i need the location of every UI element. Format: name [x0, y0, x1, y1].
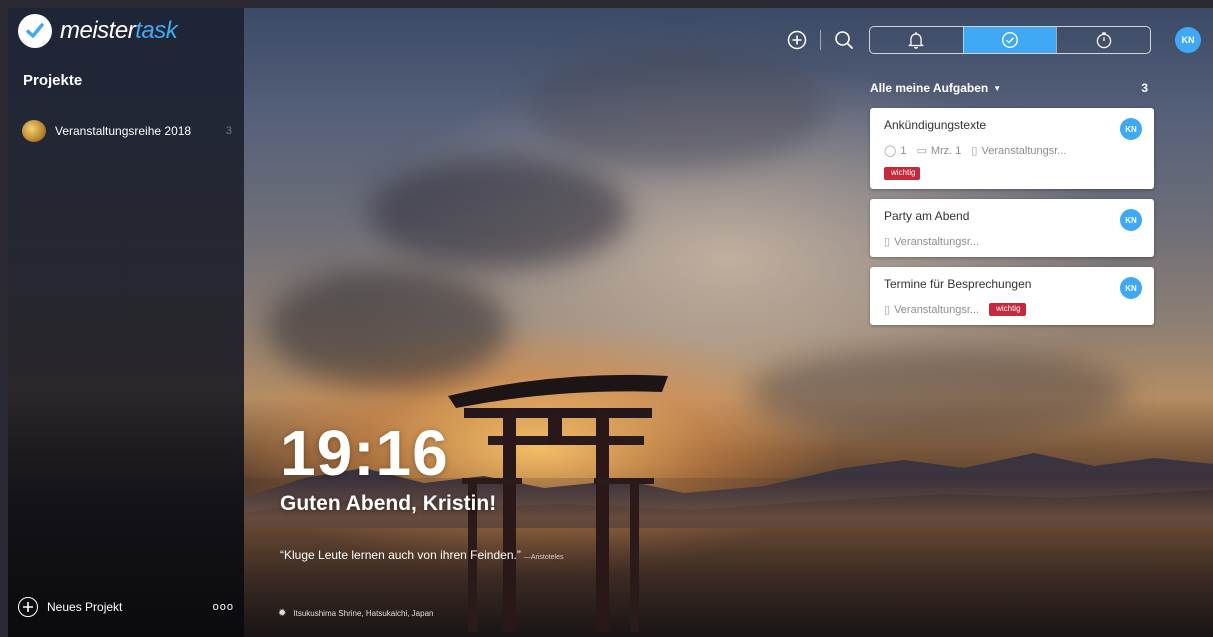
logo[interactable]: meistertask — [18, 14, 178, 48]
add-project-icon[interactable] — [18, 597, 38, 617]
more-options-icon[interactable]: ooo — [213, 601, 234, 613]
task-project: ▯ Veranstaltungsr... — [884, 235, 980, 249]
app-window: meistertask Projekte Veranstaltungsreihe… — [8, 8, 1213, 637]
task-filter-dropdown[interactable]: Alle meine Aufgaben — [870, 81, 988, 95]
project-board-icon: ▯ — [884, 236, 891, 248]
notifications-tab[interactable] — [870, 27, 963, 53]
logo-wordmark: meistertask — [60, 17, 178, 44]
user-avatar[interactable]: KN — [1175, 27, 1201, 53]
background-cloud — [748, 348, 1128, 438]
sidebar-footer: Neues Projekt ooo — [18, 597, 234, 617]
project-name: Veranstaltungsreihe 2018 — [55, 124, 192, 138]
task-card[interactable]: Party am Abend KN ▯ Veranstaltungsr... — [870, 199, 1154, 257]
task-title: Termine für Besprechungen — [884, 277, 1032, 291]
task-title: Party am Abend — [884, 209, 970, 223]
sidebar: meistertask Projekte Veranstaltungsreihe… — [8, 8, 244, 637]
comment-icon: ◯ — [884, 145, 897, 157]
background-cloud — [368, 158, 628, 268]
project-board-icon: ▯ — [884, 304, 891, 316]
task-meta: ▯ Veranstaltungsr... wichtig — [884, 303, 1140, 316]
new-project-button[interactable]: Neues Projekt — [47, 600, 122, 614]
task-filter-header: Alle meine Aufgaben ▼ 3 — [870, 78, 1154, 98]
photo-location: ✹ Itsukushima Shrine, Hatsukaichi, Japan — [278, 608, 433, 619]
task-project: ▯ Veranstaltungsr... — [884, 303, 980, 317]
greeting: Guten Abend, Kristin! — [280, 492, 497, 515]
task-panel: Alle meine Aufgaben ▼ 3 Ankündigungstext… — [870, 78, 1154, 325]
location-text: Itsukushima Shrine, Hatsukaichi, Japan — [293, 609, 434, 618]
task-project: ▯ Veranstaltungsr... — [971, 144, 1067, 158]
search-icon[interactable] — [833, 29, 855, 51]
task-assignee-avatar[interactable]: KN — [1120, 209, 1142, 231]
tag-badge: wichtig — [989, 303, 1026, 316]
bell-icon — [908, 32, 925, 49]
task-meta: ▯ Veranstaltungsr... — [884, 235, 1140, 249]
tag-badge: wichtig — [884, 167, 921, 180]
logo-check-icon — [18, 14, 52, 48]
toolbar-divider — [820, 30, 821, 50]
gear-icon[interactable]: ✹ — [278, 608, 286, 619]
task-count: 3 — [1141, 81, 1148, 95]
project-thumbnail — [22, 120, 46, 142]
check-circle-icon — [1001, 31, 1019, 49]
calendar-icon: ▭ — [916, 145, 927, 157]
add-icon[interactable] — [786, 29, 808, 51]
task-card[interactable]: Ankündigungstexte KN ◯ 1 ▭ Mrz. 1 ▯ Veranst… — [870, 108, 1154, 189]
quote: “Kluge Leute lernen auch von ihren Feind… — [280, 548, 564, 562]
due-date: ▭ Mrz. 1 — [916, 144, 962, 158]
my-tasks-tab[interactable] — [962, 27, 1057, 53]
top-toolbar: KN — [786, 26, 1201, 54]
project-item[interactable]: Veranstaltungsreihe 2018 3 — [22, 120, 232, 142]
task-meta: ◯ 1 ▭ Mrz. 1 ▯ Veranstaltungsr... — [884, 144, 1140, 158]
chevron-down-icon[interactable]: ▼ — [993, 84, 1001, 93]
time-tracking-tab[interactable] — [1056, 27, 1150, 53]
task-card[interactable]: Termine für Besprechungen KN ▯ Veranstalt… — [870, 267, 1154, 325]
task-title: Ankündigungstexte — [884, 118, 987, 132]
stopwatch-icon — [1096, 32, 1111, 49]
task-assignee-avatar[interactable]: KN — [1120, 118, 1142, 140]
quote-author: —Aristoteles — [523, 554, 564, 561]
background-cloud — [528, 48, 828, 168]
projects-heading: Projekte — [23, 72, 83, 89]
quote-text: “Kluge Leute lernen auch von ihren Feind… — [280, 548, 521, 562]
clock: 19:16 — [280, 417, 449, 489]
project-board-icon: ▯ — [971, 145, 978, 157]
task-assignee-avatar[interactable]: KN — [1120, 277, 1142, 299]
view-switcher — [869, 26, 1151, 54]
comment-count: ◯ 1 — [884, 144, 907, 158]
project-task-count: 3 — [225, 125, 232, 137]
